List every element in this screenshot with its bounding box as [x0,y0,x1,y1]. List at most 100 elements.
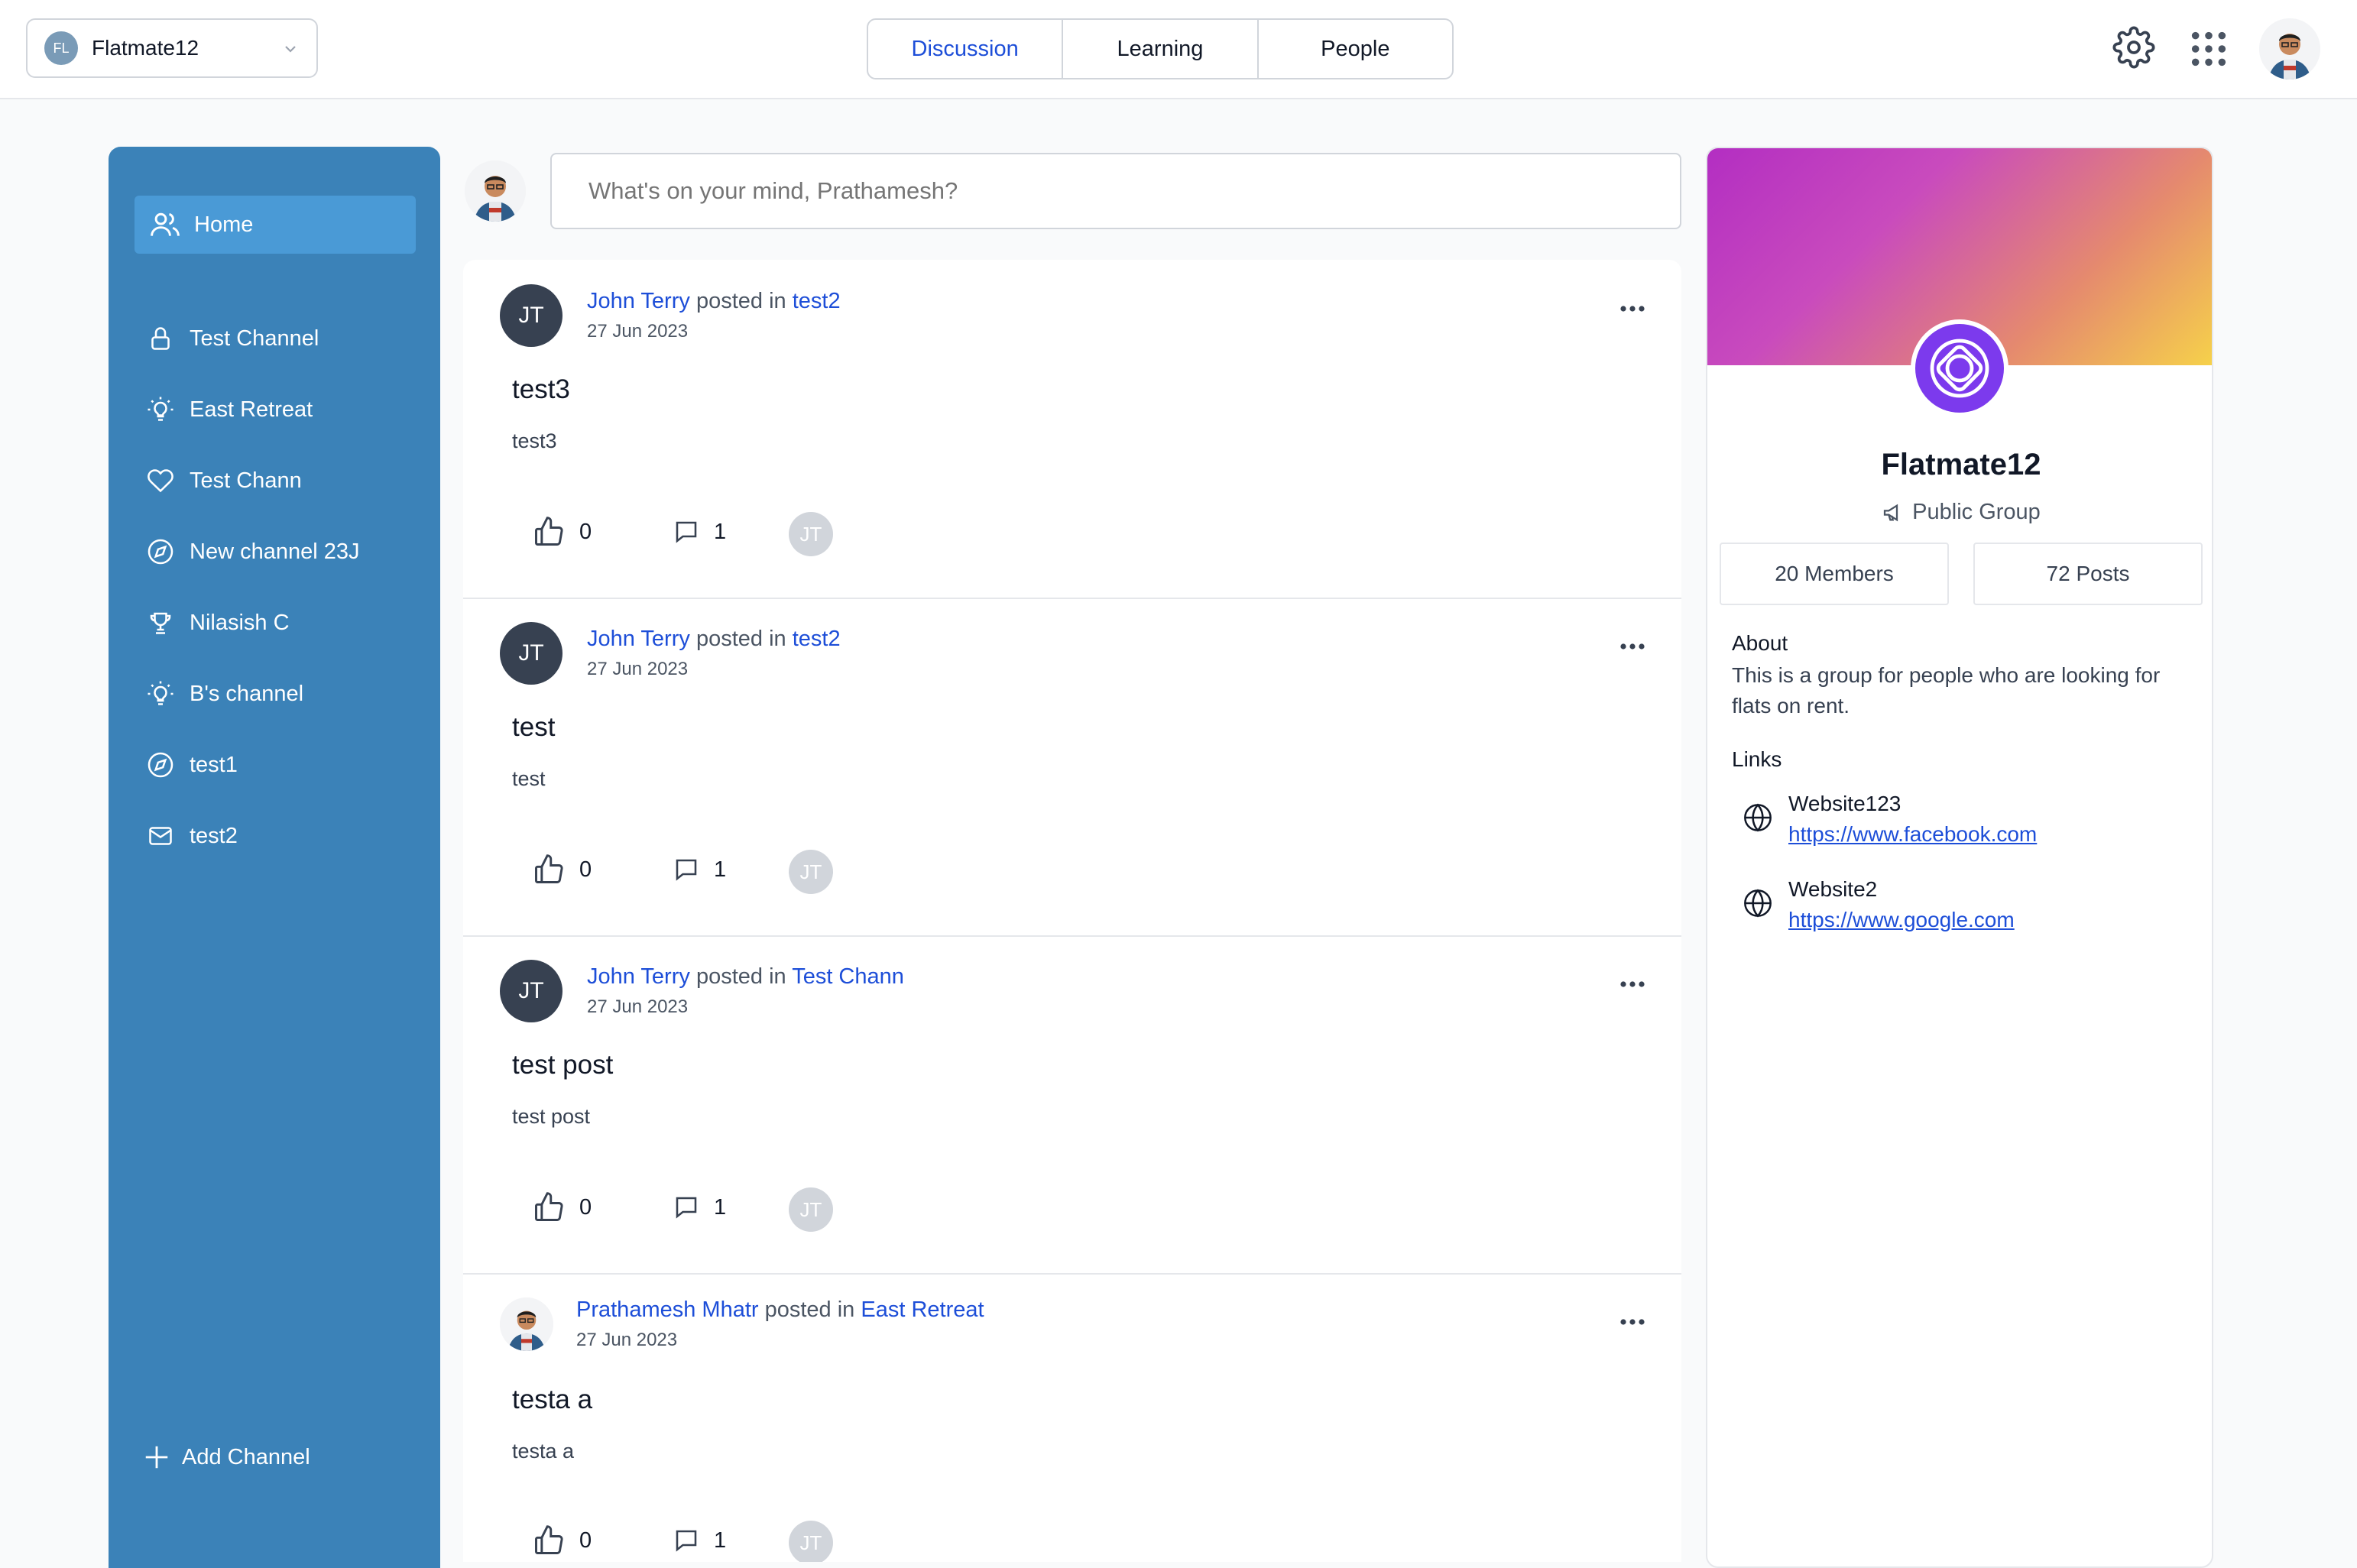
like-icon[interactable] [532,515,566,549]
link-name: Website123 [1788,792,1901,815]
author-link[interactable]: John Terry [587,964,690,989]
bulb-icon [145,394,176,425]
sidebar-item-label: Nilasish C [190,610,290,635]
link-url[interactable]: https://www.google.com [1788,905,2015,935]
post-card: JT John Terry posted in test2 27 Jun 202… [463,598,1681,937]
compass-icon [145,536,176,567]
sidebar-item-test1[interactable]: test1 [145,746,238,784]
members-stat[interactable]: 20 Members [1720,543,1949,605]
group-name: Flatmate12 [1881,448,2041,481]
post-meta: John Terry posted in test2 [587,627,841,652]
post-card: Prathamesh Mhatr posted in East Retreat … [463,1273,1681,1562]
sidebar-item-test-chann[interactable]: Test Chann [145,462,302,500]
post-actions: 0 1 JT [532,512,914,556]
like-count: 0 [579,520,592,544]
post-composer-input[interactable] [550,153,1681,229]
post-card: JT John Terry posted in Test Chann 27 Ju… [463,935,1681,1275]
comment-icon[interactable] [673,1527,700,1554]
like-icon[interactable] [532,1524,566,1557]
post-actions: 0 1 JT [532,850,914,894]
posts-stat[interactable]: 72 Posts [1973,543,2203,605]
author-link[interactable]: John Terry [587,627,690,651]
commenter-avatar: JT [789,850,833,894]
like-count: 0 [579,857,592,882]
comment-count: 1 [714,857,727,882]
about-text: This is a group for people who are looki… [1732,663,2161,718]
commenter-avatar: JT [789,1521,833,1562]
comment-count: 1 [714,1195,727,1220]
post-feed: JT John Terry posted in test2 27 Jun 202… [463,260,1681,1562]
mail-icon [145,821,176,851]
sidebar-item-east-retreat[interactable]: East Retreat [145,390,313,429]
post-actions: 0 1 JT [532,1187,914,1232]
sidebar-item-test-channel[interactable]: Test Channel [145,319,319,358]
tab-learning[interactable]: Learning [1063,20,1259,78]
comment-icon[interactable] [673,856,700,883]
comment-count: 1 [714,1528,727,1553]
link-item: Website123 https://www.facebook.com [1743,789,2037,850]
compass-icon [145,750,176,780]
sidebar-item-label: New channel 23J [190,539,360,564]
posted-in-text: posted in [764,1297,855,1322]
bulb-icon [145,679,176,709]
sidebar-item-label: test1 [190,752,238,777]
post-date: 27 Jun 2023 [587,659,689,679]
post-title: test3 [512,374,570,404]
like-icon[interactable] [532,1191,566,1224]
comment-icon[interactable] [673,1194,700,1221]
comment-icon[interactable] [673,518,700,546]
sidebar-item-test2[interactable]: test2 [145,817,238,855]
channel-link[interactable]: test2 [793,289,841,313]
post-body: test [512,767,546,790]
more-options-icon[interactable] [1619,980,1646,989]
group-selector[interactable]: FL Flatmate12 [26,18,318,78]
gear-icon[interactable] [2112,26,2155,69]
posted-in-text: posted in [695,964,786,989]
sidebar-item-label: B's channel [190,681,304,706]
group-info-panel: Flatmate12 Public Group 20 Members 72 Po… [1706,147,2213,1568]
add-channel-button[interactable]: Add Channel [142,1443,310,1472]
link-item: Website2 https://www.google.com [1743,874,2015,935]
sidebar-item-bs-channel[interactable]: B's channel [145,675,303,713]
sidebar-item-new-channel-23j[interactable]: New channel 23J [145,533,359,571]
channel-link[interactable]: test2 [793,627,841,651]
tab-people[interactable]: People [1259,20,1452,78]
sidebar-item-label: Home [194,212,254,237]
about-heading: About [1732,631,1788,655]
post-date: 27 Jun 2023 [576,1330,678,1350]
author-link[interactable]: Prathamesh Mhatr [576,1297,759,1322]
post-title: testa a [512,1385,593,1414]
link-url[interactable]: https://www.facebook.com [1788,819,2037,850]
more-options-icon[interactable] [1619,304,1646,313]
sidebar-item-nilasish-c[interactable]: Nilasish C [145,604,290,642]
user-avatar[interactable] [2259,18,2320,79]
post-date: 27 Jun 2023 [587,996,689,1017]
author-avatar[interactable] [500,1297,553,1351]
apps-grid-icon[interactable] [2189,29,2229,69]
like-icon[interactable] [532,853,566,886]
post-date: 27 Jun 2023 [587,321,689,342]
like-count: 0 [579,1528,592,1553]
posted-in-text: posted in [695,627,786,651]
tab-discussion[interactable]: Discussion [868,20,1064,78]
more-options-icon[interactable] [1619,1317,1646,1327]
author-avatar[interactable]: JT [500,284,563,347]
sidebar-item-label: Test Channel [190,326,319,351]
more-options-icon[interactable] [1619,642,1646,651]
channel-link[interactable]: Test Chann [792,964,904,989]
group-logo [1911,319,2008,417]
sidebar-item-home[interactable]: Home [135,196,416,254]
post-actions: 0 1 JT [532,1521,914,1562]
group-badge: FL [44,31,78,65]
group-selector-label: Flatmate12 [92,36,199,60]
trophy-icon [145,607,176,638]
post-card: JT John Terry posted in test2 27 Jun 202… [463,260,1681,599]
channel-link[interactable]: East Retreat [861,1297,984,1322]
main-tabs: Discussion Learning People [867,18,1454,79]
author-avatar[interactable]: JT [500,960,563,1022]
post-meta: John Terry posted in Test Chann [587,964,904,990]
sidebar-item-label: test2 [190,823,238,848]
author-avatar[interactable]: JT [500,622,563,685]
group-privacy-label: Public Group [1912,500,2041,524]
author-link[interactable]: John Terry [587,289,690,313]
